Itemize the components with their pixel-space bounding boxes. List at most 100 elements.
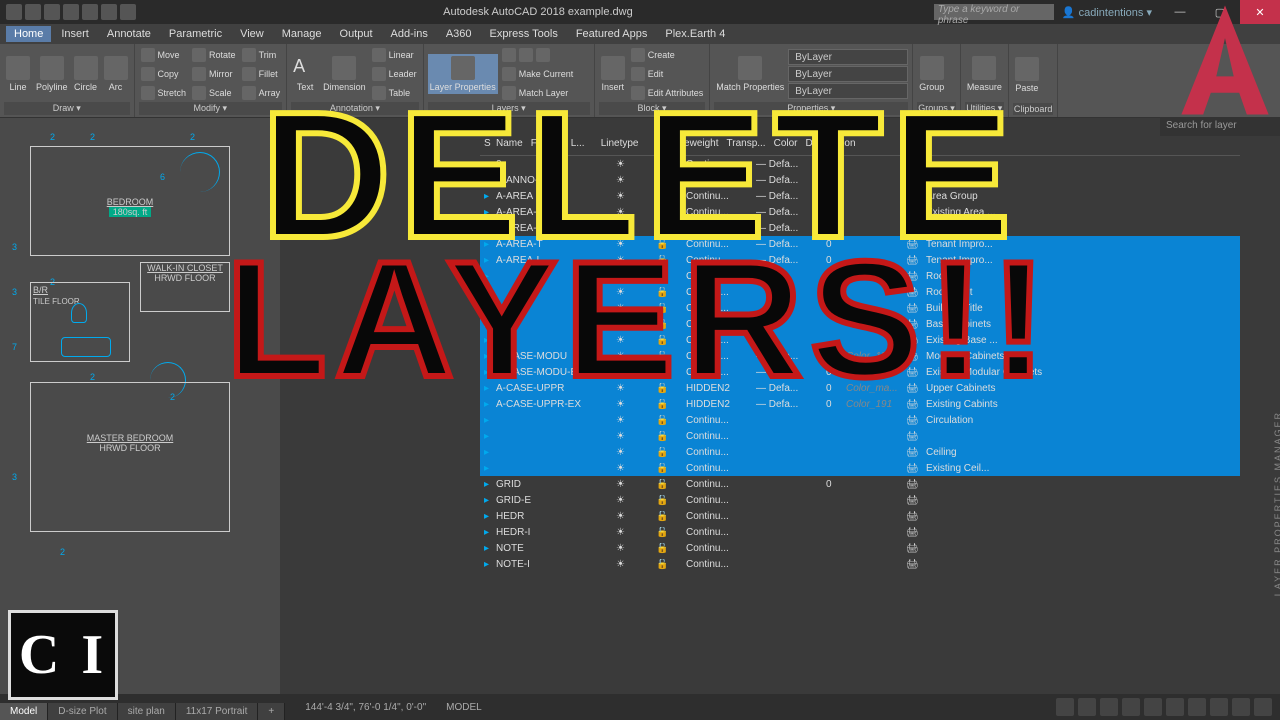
tab-dsize[interactable]: D-size Plot	[48, 703, 117, 720]
groups-label[interactable]: Groups ▾	[917, 102, 956, 115]
clip-label[interactable]: Clipboard	[1013, 103, 1054, 115]
trim-button[interactable]: Trim	[240, 46, 283, 64]
layer-properties-button[interactable]: Layer Properties	[428, 54, 498, 94]
qat-redo[interactable]	[101, 4, 117, 20]
array-button[interactable]: Array	[240, 84, 283, 102]
layers-label[interactable]: Layers ▾	[428, 102, 590, 115]
ortho-toggle[interactable]	[1100, 698, 1118, 716]
layer-row[interactable]: ▸☀🔓Continu...🖨Ceiling	[480, 444, 1240, 460]
move-button[interactable]: Move	[139, 46, 189, 64]
insert-button[interactable]: Insert	[599, 54, 627, 94]
line-button[interactable]: Line	[4, 54, 32, 94]
edit-attr-button[interactable]: Edit Attributes	[629, 84, 706, 102]
block-label[interactable]: Block ▾	[599, 102, 706, 115]
qat-new[interactable]	[25, 4, 41, 20]
measure-button[interactable]: Measure	[965, 54, 1004, 94]
layer-row[interactable]: ▸A-AREA-SI☀🔓Continu...— Defa...0🖨Area Si…	[480, 220, 1240, 236]
linetype-dropdown[interactable]: ByLayer	[788, 83, 908, 99]
util-label[interactable]: Utilities ▾	[965, 102, 1004, 115]
layer-row[interactable]: ▸A-AREA-I☀🔓Continu...— Defa...0🖨Tenant I…	[480, 252, 1240, 268]
polar-toggle[interactable]	[1122, 698, 1140, 716]
rotate-button[interactable]: Rotate	[190, 46, 238, 64]
drawing-canvas[interactable]: 2 2 2 6 3 3 2 7 2 2 3 2 BEDROOM 180sq. f…	[0, 118, 280, 694]
layer-row[interactable]: ▸☀🔓Continu...🖨	[480, 428, 1240, 444]
paste-button[interactable]: Paste	[1013, 55, 1041, 95]
circle-button[interactable]: Circle	[72, 54, 100, 94]
layer-row[interactable]: ▸A-AREA☀🔓Continu...— Defa...0🖨Area Group	[480, 188, 1240, 204]
tab-view[interactable]: View	[232, 26, 272, 42]
tab-11x17[interactable]: 11x17 Portrait	[176, 703, 259, 720]
polyline-button[interactable]: Polyline	[34, 54, 70, 94]
snap-toggle[interactable]	[1078, 698, 1096, 716]
tab-addins[interactable]: Add-ins	[383, 26, 436, 42]
layer-row[interactable]: ▸☀🔓Continu...🖨Building Title	[480, 300, 1240, 316]
tab-annotate[interactable]: Annotate	[99, 26, 159, 42]
layer-row[interactable]: ▸A-CASE-UPPR-EX☀🔓HIDDEN2— Defa...0Color_…	[480, 396, 1240, 412]
tab-plexearth[interactable]: Plex.Earth 4	[657, 26, 733, 42]
lweight-toggle[interactable]	[1188, 698, 1206, 716]
clean-screen[interactable]	[1254, 698, 1272, 716]
layer-row[interactable]: ▸0☀🔓Continu...— Defa...0🖨	[480, 156, 1240, 172]
app-icon[interactable]	[6, 4, 22, 20]
leader-button[interactable]: Leader	[370, 65, 419, 83]
layer-row[interactable]: ▸GRID-E☀🔓Continu...🖨	[480, 492, 1240, 508]
layer-row[interactable]: ▸☀🔓Continu...🖨Existing Ceil...	[480, 460, 1240, 476]
scale-button[interactable]: Scale	[190, 84, 238, 102]
tab-siteplan[interactable]: site plan	[118, 703, 176, 720]
qat-save[interactable]	[63, 4, 79, 20]
qat-print[interactable]	[120, 4, 136, 20]
modify-label[interactable]: Modify ▾	[139, 102, 283, 115]
color-dropdown[interactable]: ByLayer	[788, 49, 908, 65]
annot-label[interactable]: Annotation ▾	[291, 102, 419, 115]
stretch-button[interactable]: Stretch	[139, 84, 189, 102]
layer-row[interactable]: ▸NOTE☀🔓Continu...🖨	[480, 540, 1240, 556]
match-props-button[interactable]: Match Properties	[714, 54, 786, 94]
otrack-toggle[interactable]	[1166, 698, 1184, 716]
mirror-button[interactable]: Mirror	[190, 65, 238, 83]
layer-row[interactable]: ▸☀🔓Continu...🖨Existing Base ...	[480, 332, 1240, 348]
layer-btn-a[interactable]	[500, 46, 590, 64]
tab-output[interactable]: Output	[332, 26, 381, 42]
match-layer-button[interactable]: Match Layer	[500, 84, 590, 102]
layer-row[interactable]: ▸☀🔓Continu...🖨Base Cabinets	[480, 316, 1240, 332]
layer-row[interactable]: ▸A-ANNO-T...☀🔓Continu...— Defa...0🖨Exist…	[480, 172, 1240, 188]
tab-express[interactable]: Express Tools	[482, 26, 566, 42]
tab-manage[interactable]: Manage	[274, 26, 330, 42]
layer-search[interactable]: Search for layer	[1160, 118, 1280, 136]
tab-add[interactable]: +	[258, 703, 285, 720]
layer-row[interactable]: ▸A-CASE-UPPR☀🔓HIDDEN2— Defa...0Color_ma.…	[480, 380, 1240, 396]
layer-row[interactable]: ▸A-CASE-MODU☀🔓Continu...— Defa...0Color_…	[480, 348, 1240, 364]
table-button[interactable]: Table	[370, 84, 419, 102]
text-button[interactable]: AText	[291, 54, 319, 94]
layer-row[interactable]: ▸NOTE-I☀🔓Continu...🖨	[480, 556, 1240, 572]
make-current-button[interactable]: Make Current	[500, 65, 590, 83]
qat-open[interactable]	[44, 4, 60, 20]
tab-parametric[interactable]: Parametric	[161, 26, 230, 42]
layer-row[interactable]: ▸GRID☀🔓Continu...0🖨	[480, 476, 1240, 492]
tab-home[interactable]: Home	[6, 26, 51, 42]
copy-button[interactable]: Copy	[139, 65, 189, 83]
tab-a360[interactable]: A360	[438, 26, 480, 42]
layer-row[interactable]: ▸HEDR☀🔓Continu...🖨	[480, 508, 1240, 524]
user-account[interactable]: 👤 cadintentions ▾	[1054, 6, 1160, 19]
workspace-button[interactable]	[1232, 698, 1250, 716]
model-indicator[interactable]: MODEL	[446, 702, 482, 713]
layer-row[interactable]: ▸☀🔓Continu...🖨Roof	[480, 268, 1240, 284]
anno-toggle[interactable]	[1210, 698, 1228, 716]
layer-row[interactable]: ▸☀🔓Continu...🖨Circulation	[480, 412, 1240, 428]
layer-row[interactable]: ▸A-AREA-T☀🔓Continu...— Defa...0🖨Tenant I…	[480, 236, 1240, 252]
tab-featured[interactable]: Featured Apps	[568, 26, 656, 42]
props-label[interactable]: Properties ▾	[714, 102, 908, 115]
linear-button[interactable]: Linear	[370, 46, 419, 64]
tab-insert[interactable]: Insert	[53, 26, 97, 42]
grid-toggle[interactable]	[1056, 698, 1074, 716]
edit-block-button[interactable]: Edit	[629, 65, 706, 83]
group-button[interactable]: Group	[917, 54, 946, 94]
qat-undo[interactable]	[82, 4, 98, 20]
osnap-toggle[interactable]	[1144, 698, 1162, 716]
layer-row[interactable]: ▸☀🔓Continu...🖨Roof Soffit	[480, 284, 1240, 300]
layer-row[interactable]: ▸A-CASE-MODU-EX☀🔓Continu...— Defa...0Col…	[480, 364, 1240, 380]
arc-button[interactable]: Arc	[102, 54, 130, 94]
lineweight-dropdown[interactable]: ByLayer	[788, 66, 908, 82]
fillet-button[interactable]: Fillet	[240, 65, 283, 83]
